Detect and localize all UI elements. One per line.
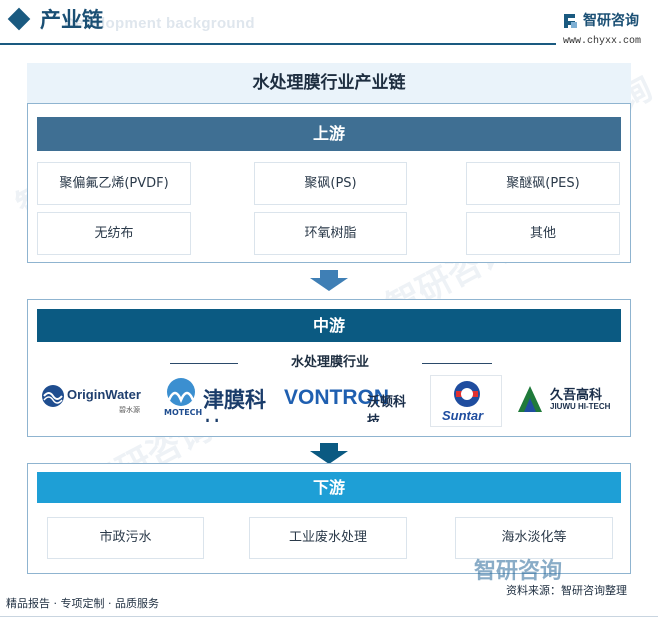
upstream-item: 聚砜(PS) <box>254 162 407 205</box>
midstream-header: 中游 <box>37 309 621 342</box>
logo-originwater-name: OriginWater <box>67 387 141 402</box>
flow-arrow-icon <box>310 443 348 464</box>
logo-jiuwu-name: 久吾高科 <box>550 388 603 403</box>
logo-jiuwu: 久吾高科 JIUWU HI-TECH <box>514 381 620 417</box>
downstream-item: 工业废水处理 <box>249 517 407 559</box>
midstream-label-line-right <box>422 363 492 364</box>
page-title: 产业链 <box>40 8 103 32</box>
logo-suntar-name: Suntar <box>442 408 484 423</box>
footer-source: 资料来源：智研咨询整理 <box>506 584 627 597</box>
upstream-item: 聚醚砜(PES) <box>466 162 620 205</box>
header-diamond-icon <box>7 7 31 31</box>
upstream-item: 无纺布 <box>37 212 191 255</box>
downstream-header: 下游 <box>37 472 621 503</box>
logo-motech: MOTECH 津膜科技 <box>161 374 274 422</box>
logo-jiuwu-sub: JIUWU HI-TECH <box>550 402 611 411</box>
brand-logo-icon <box>562 12 579 30</box>
upstream-header: 上游 <box>37 117 621 151</box>
brand-logo-url: www.chyxx.com <box>563 36 642 47</box>
upstream-item: 其他 <box>466 212 620 255</box>
midstream-label-line-left <box>170 363 238 364</box>
footer-slogan: 精品报告 · 专项定制 · 品质服务 <box>6 597 159 610</box>
logo-motech-sub: MOTECH <box>164 408 203 417</box>
flow-arrow-icon <box>310 270 348 291</box>
logo-motech-name: 津膜科技 <box>203 388 266 422</box>
downstream-item: 市政污水 <box>47 517 204 559</box>
logo-originwater-sub: 碧水源 <box>119 406 140 414</box>
diagram-title: 水处理膜行业产业链 <box>27 63 631 103</box>
upstream-item: 聚偏氟乙烯(PVDF) <box>37 162 191 205</box>
logo-vontron-sub: 沃顿科技 <box>367 395 407 422</box>
upstream-item: 环氧树脂 <box>254 212 407 255</box>
logo-originwater: OriginWater 碧水源 <box>37 374 149 422</box>
logo-suntar: Suntar <box>430 375 502 427</box>
header-divider <box>0 43 556 45</box>
midstream-label: 水处理膜行业 <box>290 355 369 370</box>
brand-logo-name: 智研咨询 <box>583 13 639 29</box>
logo-vontron: VONTRON 沃顿科技 <box>281 378 417 422</box>
footer-brand-logo: 智研咨询 <box>474 559 563 584</box>
